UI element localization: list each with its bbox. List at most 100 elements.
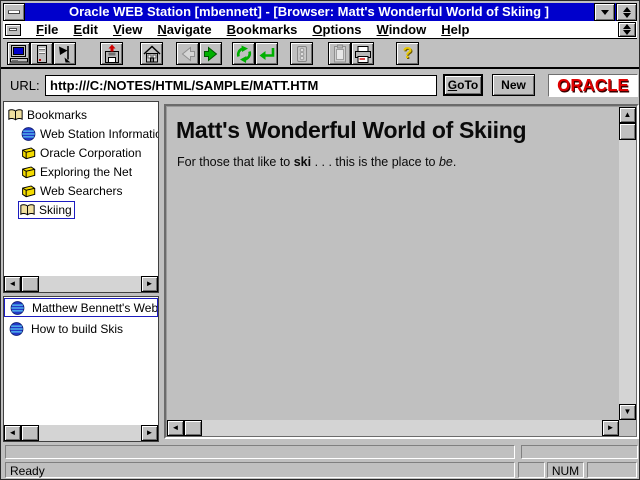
reload-button[interactable] (232, 42, 255, 65)
scroll-left-button[interactable]: ◄ (167, 420, 184, 436)
stop-light-button[interactable] (290, 42, 313, 65)
open-book-icon (20, 203, 35, 217)
scrollbar-track[interactable] (202, 420, 602, 436)
scrollbar-thumb[interactable] (184, 420, 202, 436)
page-paragraph: For those that like to ski . . . this is… (177, 155, 456, 169)
open-book-icon (8, 108, 23, 122)
scroll-left-button[interactable]: ◄ (4, 425, 21, 441)
page-item-matthew-bennetts-web-page[interactable]: Matthew Bennett's Web Pa (4, 298, 158, 317)
doc-restore-up-icon (623, 24, 631, 29)
bookmark-exploring-the-net[interactable]: Exploring the Net (4, 162, 158, 181)
title-bar: Oracle WEB Station [mbennett] - [Browser… (3, 3, 637, 21)
menu-view[interactable]: View (113, 22, 142, 37)
content-v-scrollbar: ▲ ▼ (619, 107, 636, 420)
scroll-right-button[interactable]: ► (141, 425, 158, 441)
scroll-right-button[interactable]: ► (141, 276, 158, 292)
bookmark-root[interactable]: Bookmarks (4, 105, 158, 124)
pages-h-scrollbar: ◄ ► (4, 425, 158, 441)
menu-file[interactable]: File (36, 22, 58, 37)
back-button[interactable] (176, 42, 199, 65)
toolbar: ? (1, 39, 639, 69)
window-title: Oracle WEB Station [mbennett] - [Browser… (25, 3, 593, 21)
scroll-down-button[interactable]: ▼ (619, 404, 636, 420)
book-icon (21, 165, 36, 179)
browser-frame: Matt's Wonderful World of Skiing For tho… (164, 104, 639, 439)
server-icon (32, 44, 52, 64)
home-icon (142, 44, 162, 64)
control-menu-dash-icon (8, 10, 20, 14)
forward-button[interactable] (199, 42, 222, 65)
print-button[interactable] (351, 42, 374, 65)
bookmark-web-station-information[interactable]: Web Station Information (4, 124, 158, 143)
menu-navigate[interactable]: Navigate (157, 22, 211, 37)
url-row: URL: GoTo New ORACLE (1, 71, 639, 101)
clipboard-icon (330, 44, 350, 64)
book-icon (21, 184, 36, 198)
scroll-right-button[interactable]: ► (602, 420, 619, 436)
page-item-how-to-build-skis[interactable]: How to build Skis (4, 319, 158, 338)
scrollbar-thumb[interactable] (21, 276, 39, 292)
reload-icon (234, 44, 254, 64)
flag-icon (55, 44, 75, 64)
document-control-menu-button[interactable] (5, 24, 21, 36)
menu-edit[interactable]: Edit (73, 22, 98, 37)
return-icon (257, 44, 277, 64)
server-button[interactable] (30, 42, 53, 65)
save-button[interactable] (100, 42, 123, 65)
document-restore-button[interactable] (618, 22, 636, 37)
help-button[interactable]: ? (396, 42, 419, 65)
scroll-left-button[interactable]: ◄ (4, 276, 21, 292)
return-button[interactable] (255, 42, 278, 65)
computer-button[interactable] (7, 42, 30, 65)
doc-restore-down-icon (623, 30, 631, 35)
pages-panel: Matthew Bennett's Web Pa How to build Sk… (3, 296, 159, 442)
home-button[interactable] (140, 42, 163, 65)
minimize-button[interactable] (594, 3, 615, 21)
bookmark-web-searchers[interactable]: Web Searchers (4, 181, 158, 200)
save-icon (102, 44, 122, 64)
bookmarks-h-scrollbar: ◄ ► (4, 276, 158, 292)
bookmark-oracle-corporation[interactable]: Oracle Corporation (4, 143, 158, 162)
clipboard-button[interactable] (328, 42, 351, 65)
num-lock-indicator: NUM (547, 462, 584, 478)
restore-button[interactable] (616, 3, 637, 21)
oracle-logo: ORACLE (557, 75, 629, 96)
menu-window[interactable]: Window (377, 22, 427, 37)
oracle-logo-panel: ORACLE (548, 74, 638, 97)
scrollbar-track[interactable] (39, 276, 141, 292)
menu-bookmarks[interactable]: Bookmarks (227, 22, 298, 37)
status-cell-blank (587, 462, 637, 478)
menu-options[interactable]: Options (312, 22, 361, 37)
app-window: Oracle WEB Station [mbennett] - [Browser… (0, 0, 640, 480)
status-panel-left (5, 445, 515, 459)
computer-icon (9, 44, 29, 64)
back-icon (178, 44, 198, 64)
status-message: Ready (5, 462, 515, 478)
goto-button[interactable]: GoTo (443, 74, 483, 96)
scrollbar-corner (619, 420, 636, 436)
globe-icon (9, 322, 24, 336)
browser-viewport: Matt's Wonderful World of Skiing For tho… (166, 106, 637, 437)
print-icon (353, 44, 373, 64)
url-input[interactable] (45, 75, 437, 96)
scrollbar-track[interactable] (619, 140, 636, 404)
selected-bookmark: Skiing (18, 201, 75, 219)
menu-bar: File Edit View Navigate Bookmarks Option… (3, 21, 637, 39)
minimize-icon (601, 10, 609, 15)
new-button[interactable]: New (492, 74, 535, 96)
flag-button[interactable] (53, 42, 76, 65)
bookmarks-panel: Bookmarks Web Station Information Oracle… (3, 101, 159, 293)
restore-up-icon (623, 7, 631, 12)
scroll-up-button[interactable]: ▲ (619, 107, 636, 123)
menu-help[interactable]: Help (441, 22, 469, 37)
child-control-dash-icon (9, 28, 17, 31)
window-control-menu-button[interactable] (3, 3, 25, 21)
scrollbar-thumb[interactable] (619, 123, 636, 140)
status-panel-right (521, 445, 638, 459)
restore-down-icon (623, 13, 631, 18)
status-bar: Ready NUM (1, 462, 639, 479)
forward-icon (201, 44, 221, 64)
scrollbar-thumb[interactable] (21, 425, 39, 441)
bookmark-skiing[interactable]: Skiing (4, 200, 158, 219)
scrollbar-track[interactable] (39, 425, 141, 441)
